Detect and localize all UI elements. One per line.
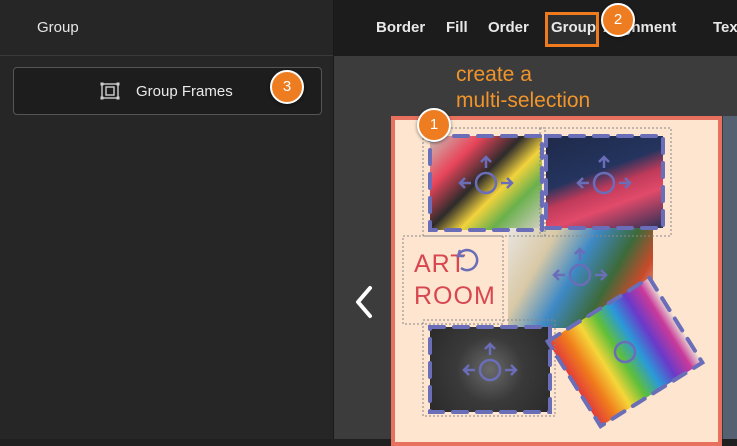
- tab-text[interactable]: Text: [713, 0, 737, 56]
- group-frames-icon: [100, 82, 120, 100]
- next-page-preview[interactable]: [723, 116, 737, 439]
- annotation-line-1: create a: [456, 63, 532, 86]
- photo-art-supplies[interactable]: [430, 136, 542, 230]
- annotation-text: create a multi-selection: [456, 62, 590, 114]
- tab-group[interactable]: Group: [551, 0, 596, 56]
- panel-header: Group: [0, 0, 333, 56]
- art-room-text[interactable]: ART ROOM: [414, 248, 496, 312]
- tab-order[interactable]: Order: [488, 0, 529, 56]
- annotation-line-2: multi-selection: [456, 89, 591, 112]
- tab-fill[interactable]: Fill: [446, 0, 468, 56]
- panel-title: Group: [37, 19, 79, 36]
- art-room-line-1: ART: [414, 250, 467, 278]
- left-panel: Group Group Frames: [0, 0, 334, 439]
- step-badge-3: 3: [270, 70, 304, 104]
- photo-solar-system[interactable]: [430, 327, 550, 412]
- group-frames-label: Group Frames: [136, 82, 233, 100]
- step-badge-2: 2: [601, 3, 635, 37]
- chevron-left-icon[interactable]: [352, 282, 376, 322]
- tab-border[interactable]: Border: [376, 0, 425, 56]
- step-badge-1: 1: [417, 108, 451, 142]
- art-room-line-2: ROOM: [414, 282, 496, 310]
- photo-fish-painting[interactable]: [546, 136, 663, 228]
